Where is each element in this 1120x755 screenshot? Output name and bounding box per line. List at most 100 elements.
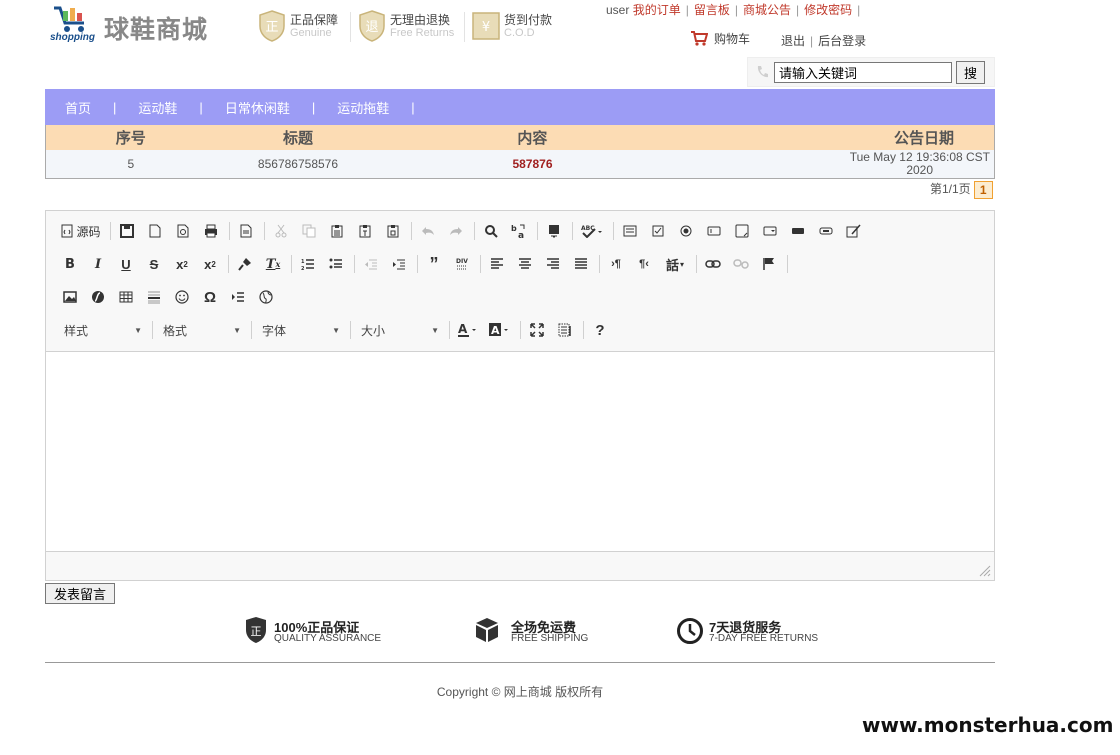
hidden-field-button[interactable] (842, 219, 866, 243)
rtl-button[interactable]: ¶‹ (632, 252, 656, 276)
search-input[interactable] (774, 62, 952, 83)
badge-divider (464, 12, 465, 42)
align-left-button[interactable] (485, 252, 509, 276)
align-center-button[interactable] (513, 252, 537, 276)
page-number-current[interactable]: 1 (973, 180, 993, 199)
superscript-button[interactable]: x2 (198, 252, 222, 276)
copy-button[interactable] (297, 219, 321, 243)
remove-format-button[interactable]: Tx (261, 252, 285, 276)
table-button[interactable] (114, 285, 138, 309)
post-message-button[interactable]: 发表留言 (45, 583, 115, 604)
replace-button[interactable]: ba (507, 219, 531, 243)
anchor-button[interactable] (757, 252, 781, 276)
source-button[interactable]: 源码 (58, 219, 104, 243)
flash-button[interactable] (86, 285, 110, 309)
message-board-link[interactable]: 留言板 (694, 3, 730, 17)
change-password-link[interactable]: 修改密码 (804, 3, 852, 17)
paste-button[interactable] (325, 219, 349, 243)
nav-item-casual-shoes[interactable]: 日常休闲鞋 (225, 98, 290, 117)
select-all-icon (549, 225, 559, 238)
text-color-button[interactable]: A (454, 318, 482, 342)
new-page-button[interactable] (143, 219, 167, 243)
resize-handle-icon[interactable] (979, 565, 991, 577)
underline-button[interactable]: U (114, 252, 138, 276)
cell-content: 587876 (512, 157, 553, 171)
search-button[interactable]: 搜 (956, 61, 985, 84)
size-combo[interactable]: 大小 ▼ (355, 319, 443, 341)
indent-button[interactable] (387, 252, 411, 276)
textfield-icon (707, 226, 721, 236)
bg-color-button[interactable]: A (486, 318, 514, 342)
divider: | (795, 3, 800, 17)
language-button[interactable]: 話 ▾ (660, 252, 690, 276)
editor-content-area[interactable] (46, 352, 994, 552)
outdent-button[interactable] (359, 252, 383, 276)
bulleted-list-icon (329, 258, 342, 269)
copy-format-button[interactable] (233, 252, 257, 276)
radio-button[interactable] (674, 219, 698, 243)
bold-button[interactable]: B (58, 252, 82, 276)
horizontal-rule-button[interactable] (142, 285, 166, 309)
redo-button[interactable] (444, 219, 468, 243)
print-button[interactable] (199, 219, 223, 243)
button-button[interactable] (786, 219, 810, 243)
toolbar-separator (613, 222, 614, 240)
bulleted-list-button[interactable] (324, 252, 348, 276)
textarea-button[interactable] (730, 219, 754, 243)
ltr-button[interactable]: ›¶ (604, 252, 628, 276)
subscript-button[interactable]: x2 (170, 252, 194, 276)
select-all-button[interactable] (542, 219, 566, 243)
preview-button[interactable] (171, 219, 195, 243)
spellcheck-button[interactable]: ABC (577, 219, 607, 243)
strike-button[interactable]: S (142, 252, 166, 276)
link-button[interactable] (701, 252, 725, 276)
nav-item-home[interactable]: 首页 (65, 98, 91, 117)
paste-word-button[interactable] (381, 219, 405, 243)
column-header-content: 内容 (517, 130, 548, 147)
maximize-button[interactable] (525, 318, 549, 342)
checkbox-button[interactable] (646, 219, 670, 243)
find-button[interactable] (479, 219, 503, 243)
svg-text:DIV: DIV (456, 258, 468, 265)
image-button-button[interactable] (814, 219, 838, 243)
font-combo[interactable]: 字体 ▼ (256, 319, 344, 341)
form-button[interactable] (618, 219, 642, 243)
create-div-button[interactable]: DIV (450, 252, 474, 276)
announcements-link[interactable]: 商城公告 (743, 3, 791, 17)
blockquote-button[interactable]: ” (422, 252, 446, 276)
select-button[interactable] (758, 219, 782, 243)
size-combo-label: 大小 (361, 323, 386, 338)
unlink-button[interactable] (729, 252, 753, 276)
page-break-button[interactable] (226, 285, 250, 309)
paste-text-button[interactable] (353, 219, 377, 243)
special-char-button[interactable]: Ω (198, 285, 222, 309)
save-button[interactable] (115, 219, 139, 243)
italic-button[interactable]: I (86, 252, 110, 276)
templates-button[interactable] (234, 219, 258, 243)
nav-item-slippers[interactable]: 运动拖鞋 (337, 98, 389, 117)
smiley-button[interactable] (170, 285, 194, 309)
cart-logo-icon (54, 6, 84, 32)
chevron-down-icon: ▾ (680, 259, 685, 269)
show-blocks-button[interactable] (553, 318, 577, 342)
my-orders-link[interactable]: 我的订单 (633, 3, 681, 17)
iframe-button[interactable] (254, 285, 278, 309)
toolbar-separator (537, 222, 538, 240)
style-combo[interactable]: 样式 ▼ (58, 319, 146, 341)
align-right-button[interactable] (541, 252, 565, 276)
format-combo[interactable]: 格式 ▼ (157, 319, 245, 341)
textfield-button[interactable] (702, 219, 726, 243)
source-label: 源码 (76, 224, 101, 239)
justify-button[interactable] (569, 252, 593, 276)
cut-button[interactable] (269, 219, 293, 243)
toolbar-separator (787, 255, 788, 273)
nav-item-sports-shoes[interactable]: 运动鞋 (138, 98, 177, 117)
site-logo[interactable]: shopping (50, 4, 100, 46)
cart-link[interactable]: 购物车 (690, 30, 750, 47)
logout-link[interactable]: 退出 (781, 34, 805, 48)
undo-button[interactable] (416, 219, 440, 243)
admin-login-link[interactable]: 后台登录 (818, 34, 866, 48)
help-button[interactable]: ? (588, 318, 612, 342)
numbered-list-button[interactable]: 12 (296, 252, 320, 276)
image-button[interactable] (58, 285, 82, 309)
